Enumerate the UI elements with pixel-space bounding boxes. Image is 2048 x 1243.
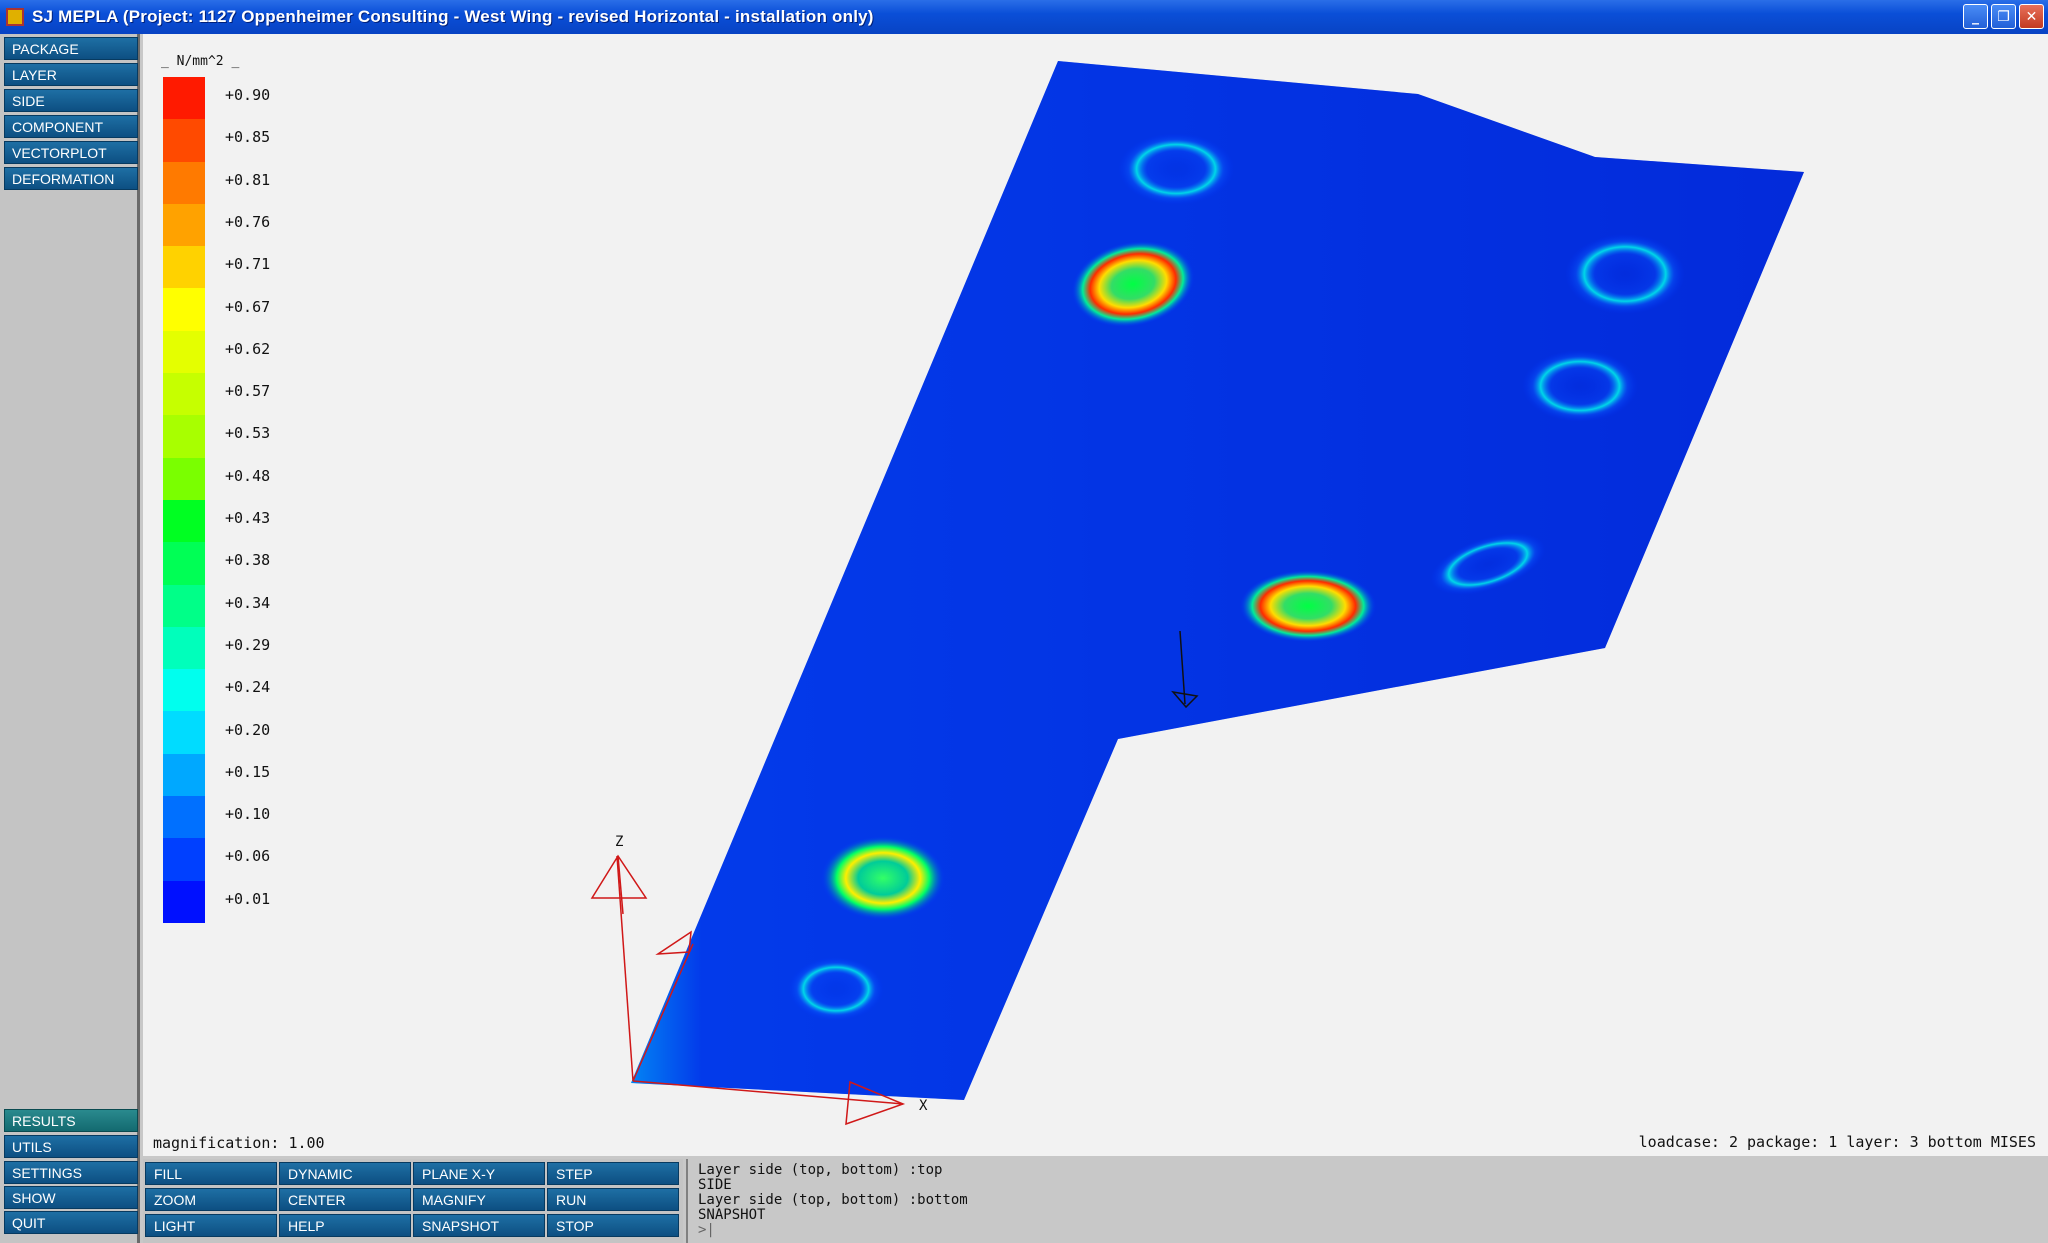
magnify-button[interactable]: MAGNIFY xyxy=(413,1188,545,1211)
snapshot-button[interactable]: SNAPSHOT xyxy=(413,1214,545,1237)
minimize-button[interactable]: _ xyxy=(1963,4,1988,29)
step-button[interactable]: STEP xyxy=(547,1162,679,1185)
dynamic-button[interactable]: DYNAMIC xyxy=(279,1162,411,1185)
console-prompt[interactable]: >| xyxy=(698,1223,2048,1238)
magnification-readout: magnification: 1.00 xyxy=(153,1134,325,1152)
stress-hotspot xyxy=(821,836,945,920)
app-icon[interactable] xyxy=(6,8,24,26)
stress-ring xyxy=(788,957,884,1021)
console-line: Layer side (top, bottom) :top xyxy=(698,1162,943,1178)
app-window: PACKAGE LAYER SIDE COMPONENT VECTORPLOT … xyxy=(0,34,2048,1243)
plane-xy-button[interactable]: PLANE X-Y xyxy=(413,1162,545,1185)
side-button[interactable]: SIDE xyxy=(4,89,138,112)
deformation-button[interactable]: DEFORMATION xyxy=(4,167,138,190)
stop-button[interactable]: STOP xyxy=(547,1214,679,1237)
run-button[interactable]: RUN xyxy=(547,1188,679,1211)
quit-button[interactable]: QUIT xyxy=(4,1211,138,1234)
stress-ring xyxy=(1522,350,1638,422)
render-viewport[interactable]: _ N/mm^2 _ +0.90 +0.85 +0.81 +0.76 +0.71 +0.6… xyxy=(143,34,2048,1156)
fill-button[interactable]: FILL xyxy=(145,1162,277,1185)
help-button[interactable]: HELP xyxy=(279,1214,411,1237)
console-line: SNAPSHOT xyxy=(698,1207,766,1223)
bottom-toolbar: FILL DYNAMIC PLANE X-Y STEP ZOOM CENTER … xyxy=(143,1159,683,1243)
settings-button[interactable]: SETTINGS xyxy=(4,1161,138,1184)
show-button[interactable]: SHOW xyxy=(4,1186,138,1209)
stress-ring xyxy=(1565,234,1685,314)
results-button[interactable]: RESULTS xyxy=(4,1109,138,1132)
left-menu-panel: PACKAGE LAYER SIDE COMPONENT VECTORPLOT … xyxy=(0,34,140,1243)
window-title: SJ MEPLA (Project: 1127 Oppenheimer Cons… xyxy=(32,7,874,26)
x-axis-label: X xyxy=(919,1098,928,1114)
zoom-button[interactable]: ZOOM xyxy=(145,1188,277,1211)
vectorplot-button[interactable]: VECTORPLOT xyxy=(4,141,138,164)
component-button[interactable]: COMPONENT xyxy=(4,115,138,138)
layer-button[interactable]: LAYER xyxy=(4,63,138,86)
package-button[interactable]: PACKAGE xyxy=(4,37,138,60)
maximize-button[interactable]: ❐ xyxy=(1991,4,2016,29)
center-button[interactable]: CENTER xyxy=(279,1188,411,1211)
stress-plot: Z X xyxy=(590,61,1804,1126)
title-bar: SJ MEPLA (Project: 1127 Oppenheimer Cons… xyxy=(0,0,2048,34)
console-line: SIDE xyxy=(698,1177,732,1193)
console-line: Layer side (top, bottom) :bottom xyxy=(698,1192,968,1208)
utils-button[interactable]: UTILS xyxy=(4,1135,138,1158)
command-console[interactable]: Layer side (top, bottom) :top SIDE Layer… xyxy=(686,1159,2048,1243)
loadcase-readout: loadcase: 2 package: 1 layer: 3 bottom M… xyxy=(1638,1133,2036,1151)
z-axis-label: Z xyxy=(615,834,623,850)
stress-ring xyxy=(1118,133,1234,205)
stress-hotspot xyxy=(1240,570,1376,642)
close-button[interactable]: ✕ xyxy=(2019,4,2044,29)
light-button[interactable]: LIGHT xyxy=(145,1214,277,1237)
